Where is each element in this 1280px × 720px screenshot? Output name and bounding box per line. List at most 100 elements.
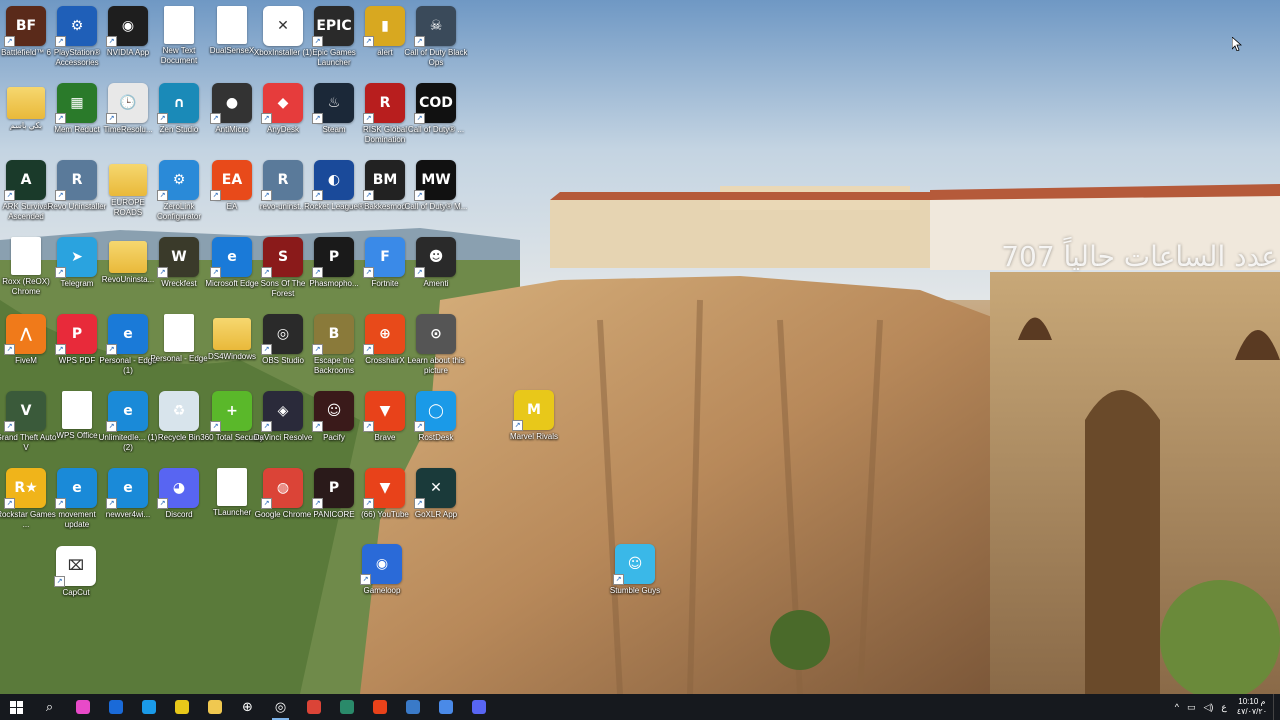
taskbar-pinned-apps: ⌕ ⊕ ◎ <box>33 694 495 720</box>
taskbar-goxlr-button[interactable] <box>330 694 363 720</box>
shortcut-arrow-icon: ↗ <box>261 344 272 355</box>
desktop-icon-label: Call of Duty Black Ops <box>404 48 468 67</box>
shortcut-arrow-icon: ↗ <box>55 267 66 278</box>
desktop-icon-marvel-rivals[interactable]: M ↗ Marvel Rivals <box>502 386 566 462</box>
shortcut-arrow-icon: ↗ <box>55 36 66 47</box>
shortcut-arrow-icon: ↗ <box>363 113 374 124</box>
shortcut-arrow-icon: ↗ <box>312 344 323 355</box>
tlauncher-icon <box>217 468 247 506</box>
desktop-icon-rostdesk[interactable]: ◯ ↗ RostDesk <box>404 387 468 463</box>
taskbar-file-explorer-button[interactable] <box>198 694 231 720</box>
desktop-icon-label: RostDesk <box>418 433 454 442</box>
show-desktop-button[interactable] <box>1273 694 1280 720</box>
shortcut-arrow-icon: ↗ <box>157 498 168 509</box>
shortcut-arrow-icon: ↗ <box>106 421 117 432</box>
europe-roads-icon <box>109 164 147 196</box>
obs-icon: ◎ <box>274 699 287 714</box>
shortcut-arrow-icon: ↗ <box>360 574 371 585</box>
taskbar-outlook-button[interactable] <box>99 694 132 720</box>
shortcut-arrow-icon: ↗ <box>4 421 15 432</box>
shortcut-arrow-icon: ↗ <box>157 113 168 124</box>
desktop-icon-call-of-duty-m[interactable]: MW ↗ Call of Duty® M... <box>404 156 468 232</box>
tray-chevron-icon[interactable]: ^ <box>1171 702 1183 712</box>
desktop-icon-label: Stumble Guys <box>609 586 661 595</box>
recycle-bin-icon: ♻ <box>159 391 199 431</box>
shortcut-arrow-icon: ↗ <box>312 267 323 278</box>
taskbar-store-button[interactable] <box>165 694 198 720</box>
desktop-icon-label: Gameloop <box>363 586 401 595</box>
shortcut-arrow-icon: ↗ <box>261 113 272 124</box>
shortcut-arrow-icon: ↗ <box>55 113 66 124</box>
desktop-icon-call-of-duty-black-ops[interactable]: ☠ ↗ Call of Duty Black Ops <box>404 2 468 78</box>
desktop-icon-label: CapCut <box>62 588 90 597</box>
shortcut-arrow-icon: ↗ <box>414 36 425 47</box>
start-button[interactable] <box>0 694 33 720</box>
steam-icon <box>405 700 420 714</box>
shortcut-arrow-icon: ↗ <box>363 421 374 432</box>
personal-edge-icon <box>164 314 194 352</box>
learn-about-this-picture-icon: ⊙ <box>416 314 456 354</box>
shortcut-arrow-icon: ↗ <box>363 498 374 509</box>
taskbar-crosshair-button[interactable]: ⊕ <box>231 694 264 720</box>
desktop-icon-learn-about-this-picture[interactable]: ⊙ Learn about this picture <box>404 310 468 386</box>
taskbar-discord-button[interactable] <box>462 694 495 720</box>
network-icon[interactable]: ▭ <box>1183 702 1200 713</box>
desktop-icon-gameloop[interactable]: ◉ ↗ Gameloop <box>350 540 414 616</box>
shortcut-arrow-icon: ↗ <box>106 113 117 124</box>
vpn-icon <box>438 700 453 714</box>
desktop-icon-label: Marvel Rivals <box>509 432 558 441</box>
desktop-icon-label: Learn about this picture <box>407 356 465 375</box>
roxx-reox-chrome-icon <box>11 237 41 275</box>
desktop-icon-amenti[interactable]: ☻ ↗ Amenti <box>404 233 468 309</box>
outlook-icon <box>108 700 123 714</box>
desktop-icon-goxlr-app[interactable]: ✕ ↗ GoXLR App <box>404 464 468 540</box>
file-explorer-icon <box>207 700 222 714</box>
store-icon <box>174 700 189 714</box>
taskbar-chrome-button[interactable] <box>297 694 330 720</box>
revouninsta-icon <box>109 241 147 273</box>
shortcut-arrow-icon: ↗ <box>363 344 374 355</box>
crosshair-icon: ⊕ <box>242 699 253 714</box>
clock-time: 10:10 م <box>1238 697 1266 706</box>
taskbar-obs-button[interactable]: ◎ <box>264 694 297 720</box>
copilot-icon <box>75 700 90 714</box>
shortcut-arrow-icon: ↗ <box>55 190 66 201</box>
taskbar-brave-button[interactable] <box>363 694 396 720</box>
shortcut-arrow-icon: ↗ <box>54 576 65 587</box>
volume-icon[interactable]: ◁) <box>1199 702 1217 713</box>
clock[interactable]: 10:10 م ٤٧/٠٧/٢٠ <box>1231 697 1273 717</box>
shortcut-arrow-icon: ↗ <box>414 421 425 432</box>
taskbar-search-button[interactable]: ⌕ <box>33 694 66 720</box>
language-indicator[interactable]: ع <box>1217 702 1230 713</box>
search-icon: ⌕ <box>45 699 54 714</box>
taskbar-edge-button[interactable] <box>132 694 165 720</box>
shortcut-arrow-icon: ↗ <box>261 498 272 509</box>
shortcut-arrow-icon: ↗ <box>55 344 66 355</box>
shortcut-arrow-icon: ↗ <box>106 498 117 509</box>
shortcut-arrow-icon: ↗ <box>210 190 221 201</box>
new-text-document-icon <box>164 6 194 44</box>
shortcut-arrow-icon: ↗ <box>363 190 374 201</box>
shortcut-arrow-icon: ↗ <box>106 36 117 47</box>
taskbar-steam-button[interactable] <box>396 694 429 720</box>
shortcut-arrow-icon: ↗ <box>210 421 221 432</box>
shortcut-arrow-icon: ↗ <box>414 267 425 278</box>
desktop-icon-stumble-guys[interactable]: ☺ ↗ Stumble Guys <box>603 540 667 616</box>
shortcut-arrow-icon: ↗ <box>4 190 15 201</box>
mouse-cursor-icon <box>1232 37 1242 51</box>
shortcut-arrow-icon: ↗ <box>4 36 15 47</box>
windows-logo-icon <box>10 700 23 714</box>
taskbar-copilot-button[interactable] <box>66 694 99 720</box>
shortcut-arrow-icon: ↗ <box>210 113 221 124</box>
shortcut-arrow-icon: ↗ <box>363 267 374 278</box>
system-tray: ^ ▭ ◁) ع 10:10 م ٤٧/٠٧/٢٠ <box>1171 694 1280 720</box>
shortcut-arrow-icon: ↗ <box>414 190 425 201</box>
taskbar-vpn-button[interactable] <box>429 694 462 720</box>
desktop-icon-call-of-duty[interactable]: COD ↗ Call of Duty® ... <box>404 79 468 155</box>
shortcut-arrow-icon: ↗ <box>4 344 15 355</box>
ds4windows-icon <box>213 318 251 350</box>
shortcut-arrow-icon: ↗ <box>312 190 323 201</box>
brave-icon <box>372 700 387 714</box>
shortcut-arrow-icon: ↗ <box>261 421 272 432</box>
desktop-icon-capcut[interactable]: ⌧ ↗ CapCut <box>44 542 108 618</box>
